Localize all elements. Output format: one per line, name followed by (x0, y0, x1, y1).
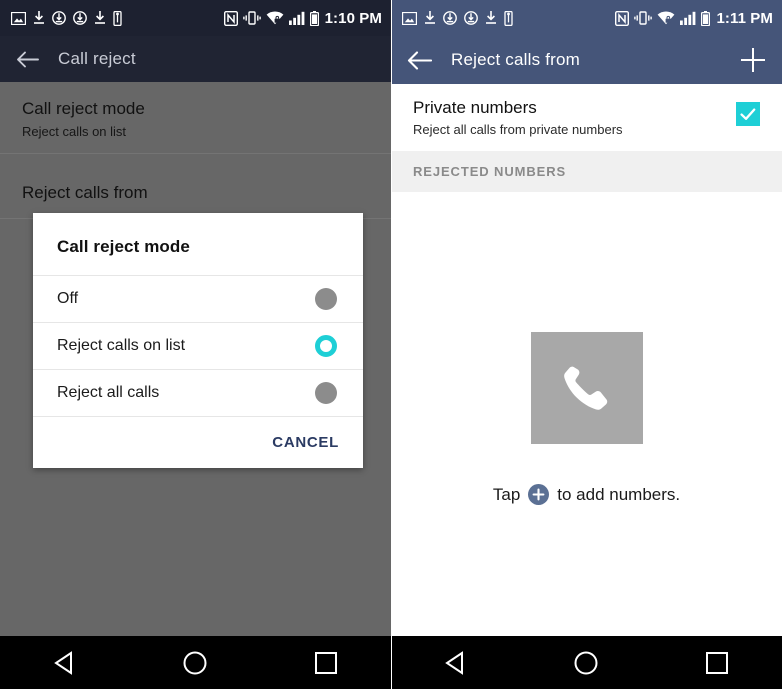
page-title: Call reject (58, 49, 136, 68)
wifi-secure-icon (266, 11, 284, 25)
status-bar-clock: 1:10 PM (324, 9, 382, 27)
status-bar-clock: 1:11 PM (716, 9, 773, 27)
radio-button-unselected-icon[interactable] (315, 382, 337, 404)
wifi-secure-icon (657, 11, 675, 25)
navigation-bar (391, 636, 782, 689)
download-icon (94, 11, 106, 25)
download-icon (33, 11, 45, 25)
setting-row-call-reject-mode[interactable]: Call reject mode Reject calls on list (0, 82, 391, 153)
signal-icon (680, 11, 696, 25)
setting-row-reject-calls-from[interactable]: Reject calls from (0, 166, 391, 217)
private-numbers-checkbox[interactable] (736, 102, 760, 126)
empty-state: Tap to add numbers. (391, 192, 782, 505)
back-arrow-icon[interactable] (407, 50, 432, 70)
download-icon (485, 11, 497, 25)
right-phone-screen: 1:11 PM Reject calls from Private number… (391, 0, 782, 689)
left-phone-screen: 1:10 PM Call reject Call reject mode Rej… (0, 0, 391, 689)
battery-icon (309, 10, 319, 26)
private-numbers-title: Private numbers (413, 98, 537, 117)
status-bar-right-icons: 1:10 PM (223, 9, 382, 27)
setting-subtitle: Reject calls on list (22, 124, 127, 140)
recents-square-icon[interactable] (682, 636, 752, 689)
empty-state-text: Tap to add numbers. (493, 484, 680, 505)
signal-icon (288, 11, 305, 25)
sync-icon (443, 11, 457, 25)
recents-square-icon[interactable] (291, 636, 361, 689)
vibrate-icon (242, 11, 261, 25)
phone-handset-icon (530, 332, 643, 444)
download-icon (424, 11, 436, 25)
dialog-option-off[interactable]: Off (33, 275, 363, 322)
status-bar-left-icons (402, 10, 513, 26)
cancel-button[interactable]: CANCEL (272, 434, 339, 451)
setting-title: Call reject mode (22, 99, 145, 118)
usb-icon (113, 10, 122, 26)
app-bar: Call reject (0, 36, 391, 82)
screen-divider (391, 0, 392, 689)
private-numbers-text: Private numbers Reject all calls from pr… (413, 98, 623, 137)
back-arrow-icon[interactable] (16, 51, 39, 68)
dialog-option-reject-calls-on-list[interactable]: Reject calls on list (33, 322, 363, 369)
navigation-bar (0, 636, 391, 689)
status-bar: 1:11 PM (391, 0, 782, 36)
dual-screenshot: 1:10 PM Call reject Call reject mode Rej… (0, 0, 782, 689)
nfc-icon (223, 10, 238, 26)
setting-title: Reject calls from (22, 183, 148, 203)
private-numbers-subtitle: Reject all calls from private numbers (413, 122, 623, 137)
option-label: Off (57, 290, 79, 307)
dialog-option-reject-all-calls[interactable]: Reject all calls (33, 369, 363, 416)
sync-icon (464, 11, 478, 25)
status-bar-right-icons: 1:11 PM (615, 10, 773, 27)
plus-circle-icon (528, 484, 550, 505)
home-circle-icon[interactable] (551, 636, 621, 689)
option-label: Reject all calls (57, 384, 160, 401)
radio-button-selected-icon[interactable] (315, 335, 337, 357)
dialog-actions: CANCEL (33, 416, 363, 468)
private-numbers-row[interactable]: Private numbers Reject all calls from pr… (391, 84, 782, 151)
option-label: Reject calls on list (57, 337, 186, 354)
section-header-rejected-numbers: REJECTED NUMBERS (391, 151, 782, 192)
back-triangle-icon[interactable] (421, 636, 491, 689)
usb-icon (504, 10, 513, 26)
settings-list: Call reject mode Reject calls on list Re… (0, 82, 391, 219)
call-reject-mode-dialog: Call reject mode Off Reject calls on lis… (33, 213, 363, 468)
vibrate-icon (634, 11, 653, 25)
app-bar: Reject calls from (391, 36, 782, 84)
empty-text-before: Tap (492, 484, 521, 504)
empty-text-after: to add numbers. (557, 484, 681, 504)
page-title: Reject calls from (451, 50, 581, 69)
plus-icon[interactable] (738, 45, 768, 75)
nfc-icon (615, 10, 630, 26)
dialog-title: Call reject mode (57, 237, 190, 256)
status-bar: 1:10 PM (0, 0, 391, 36)
battery-icon (701, 10, 711, 26)
radio-button-unselected-icon[interactable] (315, 288, 337, 310)
status-bar-left-icons (11, 10, 122, 26)
home-circle-icon[interactable] (160, 636, 230, 689)
image-icon (402, 11, 417, 25)
sync-icon (73, 11, 87, 25)
back-triangle-icon[interactable] (30, 636, 100, 689)
sync-icon (52, 11, 66, 25)
image-icon (11, 11, 26, 25)
